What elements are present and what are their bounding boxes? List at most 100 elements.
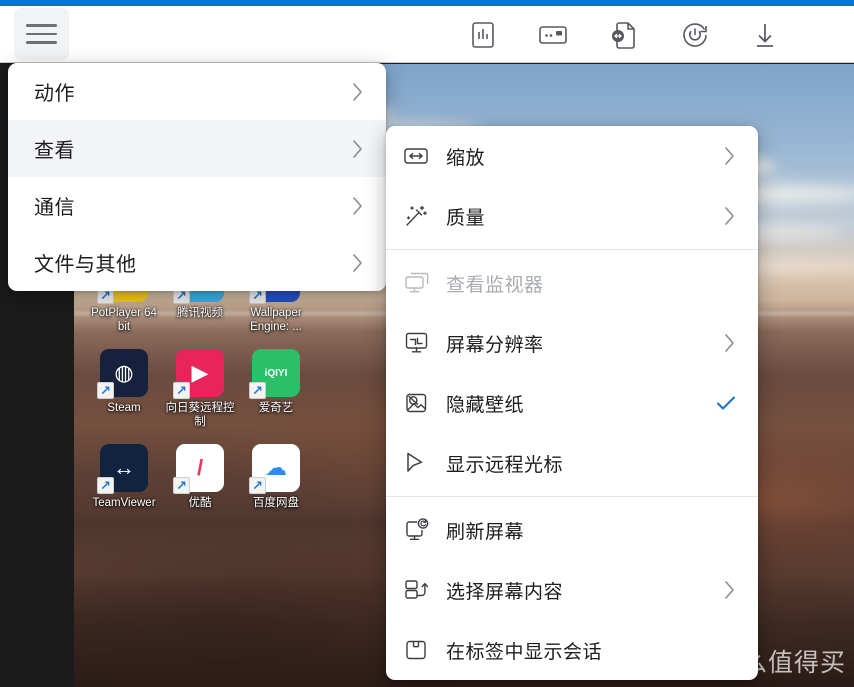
chevron-right-icon	[353, 196, 362, 215]
toolbar	[0, 6, 854, 63]
desktop-icon-label: 腾讯视频	[177, 307, 223, 319]
view-submenu-item-6[interactable]: 刷新屏幕	[386, 500, 758, 560]
app-root: BBandizip♪抖音FFicketeMicrosoft Edge🔥火绒安全软…	[0, 0, 854, 687]
view-submenu-item-3[interactable]: 屏幕分辨率	[386, 313, 758, 373]
main-menu-panel: 动作查看通信文件与其他	[8, 63, 386, 291]
desktop-icon-glyph: ▶	[173, 349, 224, 399]
shortcut-arrow-icon	[249, 477, 266, 494]
desktop-icon[interactable]: ▶ 向日葵远程控制	[162, 349, 238, 444]
magic-wand-icon	[406, 205, 427, 226]
view-submenu-item-0[interactable]: 缩放	[386, 126, 758, 186]
hide-wallpaper-icon	[404, 390, 438, 416]
multi-monitor-icon	[404, 270, 438, 296]
view-submenu-item-1[interactable]: 质量	[386, 186, 758, 246]
restart-power-icon[interactable]	[680, 20, 710, 50]
show-session-in-tab-icon	[404, 637, 438, 663]
toolbar-icon-group	[470, 6, 778, 63]
chevron-right-icon	[725, 147, 734, 165]
desktop-icon-glyph: iQIYI	[249, 349, 300, 399]
view-submenu-item-label: 选择屏幕内容	[446, 581, 564, 603]
main-menu-item-label: 查看	[34, 140, 75, 162]
desktop-icon-label: 优酷	[188, 497, 212, 509]
desktop-icon-label: 百度网盘	[253, 497, 299, 509]
menu-divider	[386, 249, 758, 250]
main-menu-item-label: 文件与其他	[34, 254, 137, 276]
view-submenu-item-label: 显示远程光标	[446, 454, 564, 476]
main-menu-item-label: 通信	[34, 197, 75, 219]
desktop-icon-label: 向日葵远程控制	[165, 402, 235, 428]
submenu-chevron	[351, 81, 364, 103]
desktop-icon-label: 爱奇艺	[258, 402, 294, 414]
file-transfer-icon[interactable]	[610, 20, 638, 50]
desktop-icon[interactable]: ↔ TeamViewer	[86, 444, 162, 539]
submenu-chevron	[723, 332, 736, 354]
main-menu-item-label: 动作	[34, 83, 75, 105]
desktop-icon-glyph: /	[173, 444, 224, 494]
view-submenu-item-7[interactable]: 选择屏幕内容	[386, 560, 758, 620]
view-submenu-item-2: 查看监视器	[386, 253, 758, 313]
desktop-icon-label: Wallpaper Engine: ...	[250, 307, 302, 333]
zoom-fit-icon	[404, 148, 428, 164]
shortcut-arrow-icon	[97, 382, 114, 399]
submenu-chevron	[351, 252, 364, 274]
desktop-icon-label: Steam	[107, 402, 141, 414]
submenu-chevron	[723, 145, 736, 167]
desktop-icon-glyph: ↔	[97, 444, 148, 494]
view-submenu-panel: 缩放质量查看监视器屏幕分辨率隐藏壁纸显示远程光标 刷新屏幕选择屏幕内容在标签中显示…	[386, 126, 758, 680]
desktop-icon-label: PotPlayer 64 bit	[91, 307, 157, 333]
download-icon[interactable]	[752, 20, 778, 50]
chevron-right-icon	[353, 253, 362, 272]
select-screen-content-icon	[405, 580, 429, 599]
select-screen-content-icon	[404, 577, 438, 603]
submenu-chevron	[351, 195, 364, 217]
remote-cursor-icon	[407, 452, 423, 472]
magic-wand-icon	[404, 203, 438, 229]
main-menu-item-1[interactable]: 查看	[8, 120, 386, 177]
hamburger-menu-button[interactable]	[14, 8, 69, 60]
chevron-right-icon	[353, 139, 362, 158]
desktop-icon[interactable]: iQIYI 爱奇艺	[238, 349, 314, 444]
show-session-in-tab-icon	[406, 640, 426, 660]
refresh-screen-icon	[404, 517, 438, 543]
shortcut-arrow-icon	[173, 477, 190, 494]
hide-wallpaper-icon	[406, 393, 427, 413]
desktop-icon[interactable]: ◍ Steam	[86, 349, 162, 444]
screen-resolution-icon	[404, 330, 438, 356]
menu-divider	[386, 496, 758, 497]
hamburger-line	[26, 32, 57, 36]
desktop-icon[interactable]: / 优酷	[162, 444, 238, 539]
desktop-icon[interactable]: ☁ 百度网盘	[238, 444, 314, 539]
hamburger-line	[26, 41, 57, 44]
view-submenu-item-label: 屏幕分辨率	[446, 334, 544, 356]
view-submenu-item-5[interactable]: 显示远程光标	[386, 433, 758, 493]
view-submenu-item-label: 缩放	[446, 147, 486, 169]
remote-cursor-icon	[404, 450, 438, 476]
monitoring-chart-icon[interactable]	[470, 20, 496, 50]
shortcut-arrow-icon	[173, 382, 190, 399]
submenu-chevron	[723, 205, 736, 227]
chevron-right-icon	[725, 334, 734, 352]
view-submenu-item-8[interactable]: 在标签中显示会话	[386, 620, 758, 680]
view-submenu-item-label: 刷新屏幕	[446, 521, 525, 543]
desktop-icon-glyph: ◍	[97, 349, 148, 399]
multi-monitor-icon	[405, 272, 429, 293]
view-submenu-item-label: 查看监视器	[446, 274, 544, 296]
view-submenu-item-4[interactable]: 隐藏壁纸	[386, 373, 758, 433]
chevron-right-icon	[725, 207, 734, 225]
checked-indicator	[716, 395, 736, 411]
main-menu-item-0[interactable]: 动作	[8, 63, 386, 120]
main-menu-item-3[interactable]: 文件与其他	[8, 234, 386, 291]
chevron-right-icon	[725, 581, 734, 599]
view-submenu-item-label: 隐藏壁纸	[446, 394, 525, 416]
hamburger-line	[26, 24, 57, 27]
desktop-icon-label: TeamViewer	[92, 497, 156, 509]
submenu-chevron	[723, 579, 736, 601]
remote-control-panel-icon[interactable]	[538, 23, 568, 47]
shortcut-arrow-icon	[97, 477, 114, 494]
view-submenu-item-label: 质量	[446, 207, 486, 229]
refresh-screen-icon	[406, 518, 429, 540]
shortcut-arrow-icon	[249, 382, 266, 399]
main-menu-item-2[interactable]: 通信	[8, 177, 386, 234]
zoom-fit-icon	[404, 143, 438, 169]
view-submenu-item-label: 在标签中显示会话	[446, 641, 603, 663]
